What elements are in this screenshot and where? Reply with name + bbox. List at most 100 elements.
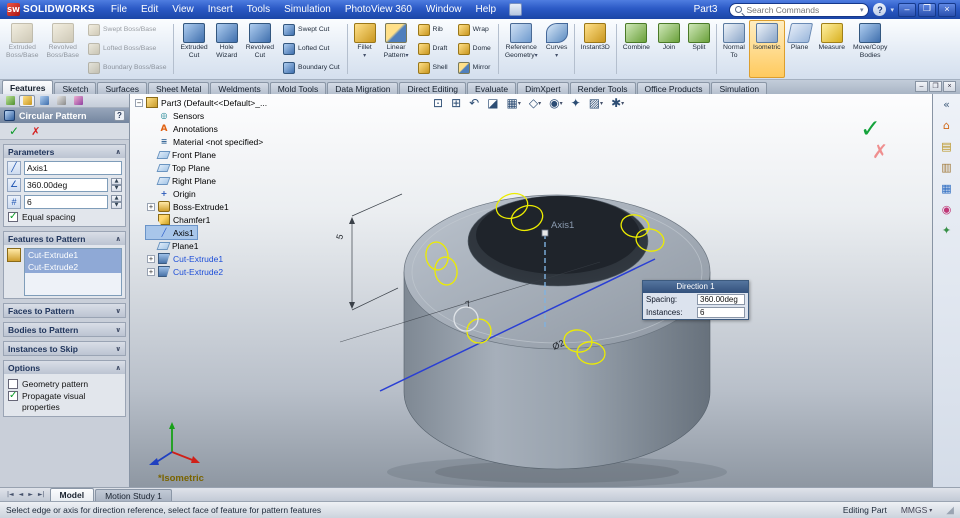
pattern-angle-field[interactable] <box>24 178 108 192</box>
lofted-boss-base-button[interactable]: Lofted Boss/Base <box>83 39 171 58</box>
menu-item[interactable]: PhotoView 360 <box>338 2 419 17</box>
tab-render-tools[interactable]: Render Tools <box>569 82 636 94</box>
tab-simulation[interactable]: Simulation <box>711 82 768 94</box>
menu-item[interactable]: Help <box>469 2 504 17</box>
zoom-fit-icon[interactable]: ⊡ <box>430 95 446 111</box>
revolved-cut-button[interactable]: Revolved Cut <box>242 20 278 78</box>
configurationmanager-tab[interactable] <box>36 95 52 107</box>
isometric-button[interactable]: Isometric <box>748 20 785 78</box>
pattern-feature-cut-extrude2[interactable]: Cut-Extrude2 <box>25 261 121 274</box>
menu-item[interactable]: Window <box>419 2 469 17</box>
section-view-icon[interactable]: ◪ <box>484 95 501 111</box>
draft-button[interactable]: Draft <box>413 39 453 58</box>
tree-item-axis1[interactable]: Axis1 <box>145 225 198 240</box>
rib-button[interactable]: Rib <box>413 20 453 39</box>
options-header[interactable]: Options ∧ <box>4 361 125 375</box>
tab-dimxpert[interactable]: DimXpert <box>517 82 569 94</box>
split-button[interactable]: Split <box>684 20 714 78</box>
tree-item-origin[interactable]: Origin <box>146 187 199 200</box>
expander-icon[interactable]: + <box>147 202 155 211</box>
revolved-boss-base-button[interactable]: Revolved Boss/Base <box>43 20 84 78</box>
scroll-last-icon[interactable]: ►| <box>36 491 47 498</box>
measure-button[interactable]: Measure <box>815 20 849 78</box>
confirm-cancel-button[interactable]: ✗ <box>872 141 888 163</box>
normal-to-button[interactable]: Normal To <box>719 20 749 78</box>
tab-mold-tools[interactable]: Mold Tools <box>269 82 327 94</box>
faces-to-pattern-header[interactable]: Faces to Pattern ∨ <box>4 304 125 318</box>
edit-appearance-icon[interactable]: ✦ <box>568 95 584 111</box>
menu-item[interactable]: Tools <box>240 2 277 17</box>
tab-office-products[interactable]: Office Products <box>636 82 711 94</box>
instances-to-skip-header[interactable]: Instances to Skip ∨ <box>4 342 125 356</box>
tree-item-boss-extrude1[interactable]: + Boss-Extrude1 <box>146 200 232 213</box>
count-spinner[interactable]: ▲ ▼ <box>111 195 122 209</box>
menu-item[interactable]: View <box>165 2 201 17</box>
menu-item[interactable]: Simulation <box>277 2 338 17</box>
zoom-area-icon[interactable]: ⊞ <box>448 95 464 111</box>
tree-item-cut-extrude1[interactable]: + Cut-Extrude1 <box>146 252 226 265</box>
pm-ok-button[interactable]: ✓ <box>9 125 19 137</box>
expander-icon[interactable]: + <box>147 254 155 263</box>
pm-help-button[interactable]: ? <box>114 110 125 121</box>
swept-boss-base-button[interactable]: Swept Boss/Base <box>83 20 171 39</box>
expander-icon[interactable]: + <box>147 267 155 276</box>
titlebar-caret-icon[interactable]: ▾ <box>890 6 894 14</box>
view-palette-icon[interactable]: ▦ <box>938 180 956 196</box>
motion-study-tab[interactable]: Motion Study 1 <box>95 489 172 501</box>
doc-restore-button[interactable]: ❐ <box>929 81 942 92</box>
scroll-prev-icon[interactable]: ◄ <box>17 491 26 498</box>
model-3d-body[interactable] <box>403 194 711 470</box>
parameters-header[interactable]: Parameters ∧ <box>4 145 125 158</box>
tab-sketch[interactable]: Sketch <box>54 82 97 94</box>
tab-sheet-metal[interactable]: Sheet Metal <box>147 82 210 94</box>
pattern-feature-cut-extrude1[interactable]: Cut-Extrude1 <box>25 249 121 262</box>
dome-button[interactable]: Dome <box>453 39 496 58</box>
units-selector[interactable]: MMGS ▾ <box>901 505 932 515</box>
close-button[interactable]: × <box>938 2 956 17</box>
tab-data-migration[interactable]: Data Migration <box>327 82 399 94</box>
tab-features[interactable]: Features <box>2 80 54 94</box>
move-copy-bodies-button[interactable]: Move/Copy Bodies <box>849 20 891 78</box>
minimize-button[interactable]: – <box>898 2 916 17</box>
tree-item-chamfer1[interactable]: Chamfer1 <box>146 213 213 226</box>
geometry-pattern-checkbox[interactable] <box>8 379 18 390</box>
tree-item-plane1[interactable]: Plane1 <box>146 239 201 252</box>
lofted-cut-button[interactable]: Lofted Cut <box>278 39 345 58</box>
wrap-button[interactable]: Wrap <box>453 20 496 39</box>
quick-access-icon[interactable] <box>509 3 523 16</box>
tab-surfaces[interactable]: Surfaces <box>97 82 147 94</box>
curves-button[interactable]: Curves ▾ <box>542 20 572 78</box>
featuremanager-tab[interactable] <box>2 95 18 107</box>
apply-scene-icon[interactable]: ▨ ▾ <box>586 95 606 111</box>
tree-item-annotations[interactable]: Annotations <box>146 122 221 135</box>
tree-item-top-plane[interactable]: Top Plane <box>146 161 213 174</box>
menu-item[interactable]: Insert <box>201 2 240 17</box>
dimension-height[interactable]: 5 <box>334 193 403 311</box>
tree-item-sensors[interactable]: Sensors <box>146 109 207 122</box>
view-settings-icon[interactable]: ✱ ▾ <box>608 95 627 111</box>
swept-cut-button[interactable]: Swept Cut <box>278 20 345 39</box>
tab-weldments[interactable]: Weldments <box>210 82 269 94</box>
features-to-pattern-list[interactable]: Cut-Extrude1 Cut-Extrude2 <box>24 248 122 297</box>
pattern-count-field[interactable] <box>24 195 108 209</box>
hide-show-items-icon[interactable]: ◉ ▾ <box>546 95 566 111</box>
displaymanager-tab[interactable] <box>70 95 86 107</box>
previous-view-icon[interactable]: ↶ <box>466 95 482 111</box>
extruded-boss-base-button[interactable]: Extruded Boss/Base <box>2 20 43 78</box>
expander-icon[interactable]: − <box>135 98 143 107</box>
hole-wizard-button[interactable]: Hole Wizard <box>212 20 242 78</box>
angle-spinner[interactable]: ▲ ▼ <box>111 178 122 192</box>
boundary-cut-button[interactable]: Boundary Cut <box>278 58 345 77</box>
tab-evaluate[interactable]: Evaluate <box>467 82 517 94</box>
join-button[interactable]: Join <box>654 20 684 78</box>
bodies-to-pattern-header[interactable]: Bodies to Pattern ∨ <box>4 323 125 337</box>
appearances-icon[interactable]: ◉ <box>938 201 956 217</box>
mirror-button[interactable]: Mirror <box>453 58 496 77</box>
search-commands-box[interactable]: ▾ <box>729 2 870 17</box>
scroll-first-icon[interactable]: |◄ <box>5 491 16 498</box>
resize-grip[interactable]: ◢ <box>946 505 954 516</box>
shell-button[interactable]: Shell <box>413 58 453 77</box>
graphics-viewport[interactable]: 5 7 Ø2 Axis1 − Part3 (Default<<Default>_… <box>130 94 932 487</box>
tree-item-part3[interactable]: − Part3 (Default<<Default>_... <box>134 96 270 109</box>
dimxpertmanager-tab[interactable] <box>53 95 69 107</box>
